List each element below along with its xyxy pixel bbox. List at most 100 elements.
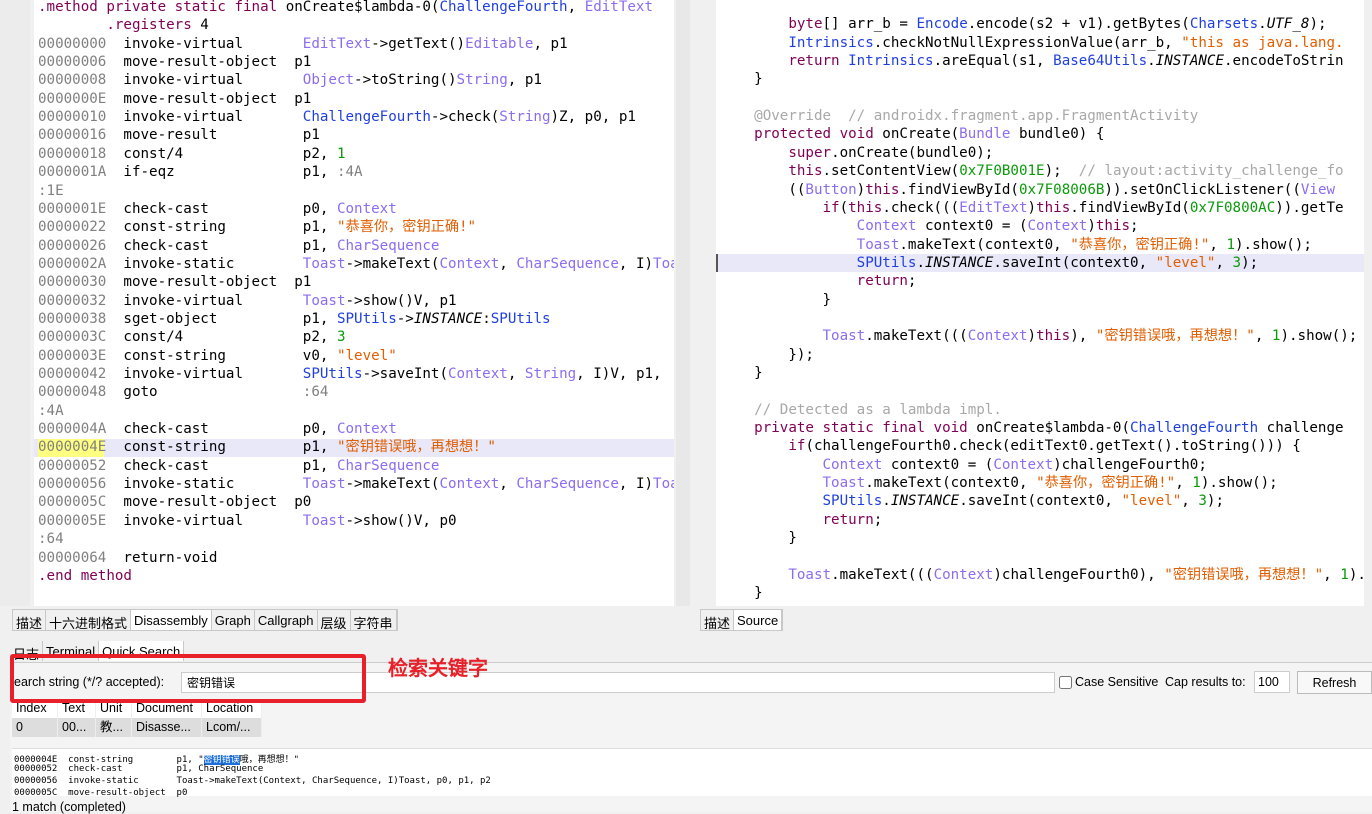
tab-2[interactable]: Disassembly	[131, 610, 212, 630]
code-token: ->getText()	[371, 35, 466, 52]
code-token: SPUtils	[302, 366, 363, 382]
code-token: "level"	[1121, 493, 1182, 510]
code-token: (	[839, 199, 849, 216]
code-token: , I)	[618, 476, 654, 493]
code-token: 00000008	[38, 72, 124, 89]
cap-results-input[interactable]	[1254, 671, 1290, 693]
code-line: }	[720, 291, 831, 309]
code-token: ).show();	[1235, 236, 1312, 253]
code-token: 00000000	[38, 35, 124, 52]
code-token: INSTANCE	[1155, 53, 1225, 70]
left-gutter	[0, 0, 30, 606]
code-token: .saveInt(context0,	[959, 493, 1122, 510]
code-token: const-string p1,	[123, 219, 337, 236]
code-token: 00000032	[38, 292, 124, 309]
code-line: 0000004A check-cast p0, Context	[38, 420, 397, 438]
tab-6[interactable]: 字符串	[351, 610, 397, 631]
tab-5[interactable]: 层级	[318, 610, 351, 631]
code-token: ->saveInt(	[362, 366, 449, 382]
code-line: 00000018 const/4 p2, 1	[38, 145, 346, 163]
tab-3[interactable]: Graph	[212, 610, 255, 630]
code-token: 00000042	[38, 366, 124, 382]
result-row[interactable]: 0 00... 教... Disasse... Lcom/...	[12, 718, 262, 737]
code-token: this	[865, 181, 900, 198]
code-token: invoke-virtual	[123, 512, 303, 529]
tab-4[interactable]: Callgraph	[255, 610, 318, 630]
code-token: Toast	[302, 512, 346, 529]
tab-0[interactable]: 描述	[13, 610, 47, 631]
code-token: )).setOnClickListener((	[1104, 181, 1301, 198]
code-line: ((Button)this.findViewById(0x7F08006B)).…	[720, 181, 1335, 199]
code-token: Context	[439, 255, 500, 272]
code-token: , p1	[507, 72, 542, 89]
code-line: @Override // androidx.fragment.app.Fragm…	[720, 107, 1198, 125]
code-token: Base64Utils	[1053, 53, 1148, 70]
code-token: Toast	[302, 255, 346, 272]
code-token: ,	[1181, 493, 1199, 510]
code-token: context0 = (	[916, 218, 1028, 235]
code-token: }	[720, 71, 763, 88]
code-token: 3	[1232, 254, 1242, 271]
result-cell: 00...	[58, 718, 96, 737]
code-token: .encodeToStrin	[1224, 53, 1344, 70]
code-token: .makeText(((	[831, 566, 934, 583]
code-token: String	[524, 366, 577, 382]
code-token: 0x7F0800AC	[1189, 199, 1276, 216]
match-preview: 0000004E const-string p1, "密钥错误哦，再想想！" 00…	[12, 748, 1372, 798]
code-token: 00000010	[38, 109, 124, 126]
code-token: "恭喜你，密钥正确!"	[336, 219, 477, 236]
disassembly-pane[interactable]: .method private static final onCreate$la…	[34, 0, 674, 606]
code-line: 00000056 invoke-static Toast->makeText(C…	[38, 475, 674, 493]
code-token: sget-object p1,	[123, 310, 337, 327]
code-token: ,	[499, 476, 517, 493]
results-table[interactable]: Index Text Unit Document Location 0 00... 教... D…	[12, 699, 262, 737]
left-scrollbar[interactable]	[676, 0, 690, 606]
code-line: return;	[720, 511, 883, 529]
code-line: Context context0 = (Context)this;	[720, 217, 1139, 235]
code-token: private static final void	[754, 420, 977, 437]
code-token: CharSequence	[336, 457, 440, 474]
code-token: invoke-virtual	[123, 109, 303, 126]
code-line: 00000022 const-string p1, "恭喜你，密钥正确!"	[38, 218, 476, 236]
code-token: ->show()V, p1	[345, 292, 457, 309]
code-token: "level"	[336, 347, 397, 364]
annotation-label: 检索关键字	[388, 656, 488, 680]
code-token: }	[720, 530, 797, 547]
code-token: if	[822, 199, 840, 216]
code-token: Editable	[465, 35, 534, 52]
code-token: "密钥错误哦，再想想！"	[336, 439, 496, 456]
code-line: }	[720, 584, 763, 602]
tab-1[interactable]: Source	[734, 610, 783, 630]
code-line: // Detected as a lambda impl.	[720, 401, 1002, 419]
code-token: ;	[1130, 218, 1139, 235]
code-token: move-result-object p1	[123, 54, 312, 71]
code-token: 3	[1198, 493, 1207, 510]
source-pane[interactable]: byte[] arr_b = Encode.encode(s2 + v1).ge…	[716, 0, 1364, 606]
code-token: onCreate(	[882, 126, 960, 143]
code-token: Charsets	[1189, 16, 1259, 33]
code-token: 00000018	[38, 145, 124, 162]
code-token: 0000003C	[38, 329, 124, 346]
case-sensitive-checkbox[interactable]	[1059, 676, 1072, 689]
tab-0[interactable]: 描述	[701, 610, 735, 631]
code-token: .setContentView(	[822, 163, 960, 180]
code-line: 0000005E invoke-virtual Toast->show()V, …	[38, 512, 457, 530]
code-token: ).	[1348, 566, 1364, 583]
code-token: protected void	[754, 126, 883, 143]
code-token: SPUtils	[856, 254, 917, 271]
code-line: if(this.check(((EditText)this.findViewBy…	[720, 199, 1344, 217]
code-token: )Z, p0, p1	[550, 109, 636, 126]
code-line: });	[720, 346, 814, 364]
code-token: }	[720, 291, 832, 308]
tab-1[interactable]: 十六进制格式	[46, 610, 132, 631]
code-token: });	[720, 346, 814, 363]
code-token: .	[1147, 53, 1156, 70]
code-token: .end method	[38, 567, 132, 584]
code-token: return	[822, 511, 874, 528]
code-token: Toast	[856, 236, 900, 253]
case-sensitive-label: Case Sensitive	[1075, 675, 1159, 689]
code-token: return	[788, 53, 849, 70]
refresh-button[interactable]: Refresh	[1297, 671, 1372, 694]
